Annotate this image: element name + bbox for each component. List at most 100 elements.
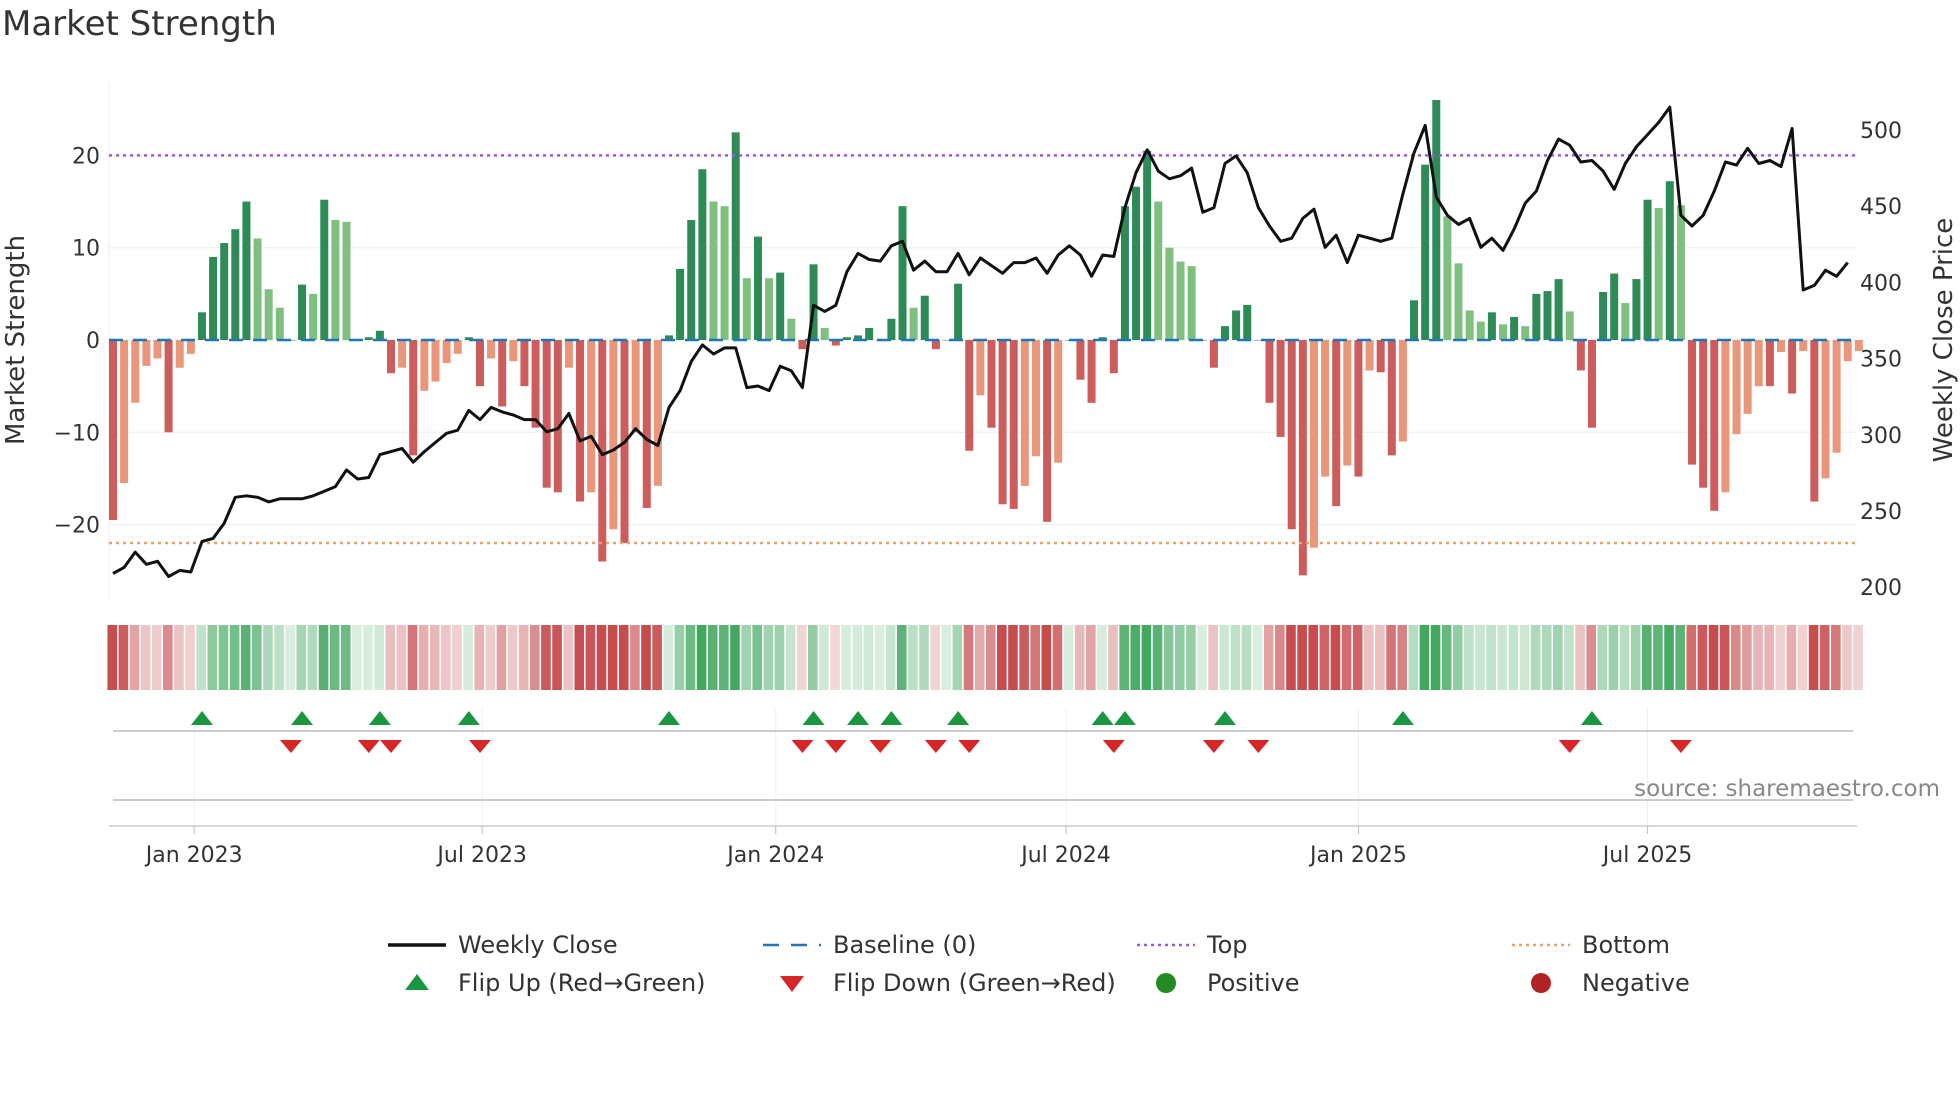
strength-bar [275,307,284,340]
heat-strip-cell [874,625,885,690]
heat-strip-cell [1730,625,1741,690]
strength-bar [1476,321,1485,340]
flip-up-marker [368,711,391,725]
strength-bar [175,340,184,368]
heat-strip-cell [1575,625,1585,690]
heat-strip-cell [285,625,295,690]
strength-bar [1454,263,1463,340]
strength-bar [231,229,240,340]
strength-bar [1487,312,1496,340]
flip-down-marker [279,740,302,753]
flip-up-marker [1091,711,1114,725]
heat-strip-cell [229,625,240,690]
strength-bar [931,340,940,350]
flip-down-marker [1558,740,1581,753]
heat-strip-cell [407,625,418,690]
strength-bar [1209,340,1218,368]
heat-strip-cell [1452,625,1463,690]
heat-strip-cell [352,625,362,690]
strength-bar [475,340,484,387]
strength-bar [1854,340,1863,352]
heat-strip-cell [1197,625,1207,690]
strength-bar [1587,340,1596,428]
strength-bar [1165,247,1174,340]
strength-bar [531,340,540,428]
x-tick-label: Jan 2025 [1308,843,1407,868]
heat-strip-cell [1252,625,1263,690]
strength-bar [1665,181,1674,340]
circle-icon [1156,973,1176,993]
heat-strip-cell [607,625,618,690]
heat-strip-cell [963,625,974,690]
strength-bar [1332,340,1341,507]
strength-bar [1321,340,1330,477]
legend-item: Bottom [1512,931,1670,959]
strength-bar [164,340,173,433]
heat-strip-cell [296,625,307,690]
heat-strip-cell [1041,625,1052,690]
heat-strip-cell [463,625,473,690]
heat-strip-cell [1286,625,1296,690]
heat-strip-cell [1708,625,1719,690]
heat-strip-cell [474,625,485,690]
strength-bar [887,318,896,340]
heat-strip-cell [1853,625,1863,690]
strength-bar [1810,340,1819,502]
heat-strip-cell [741,625,751,690]
strength-bar [1043,340,1052,522]
strength-bar [987,340,996,428]
strength-bar [698,169,707,340]
heat-strip-cell [1653,625,1663,690]
strength-bar [342,221,351,340]
strength-bar [1599,292,1608,340]
heat-strip-cell [1074,625,1085,690]
strength-bar [431,340,440,382]
strength-bar [1843,340,1852,362]
heat-strip-cell [1530,625,1541,690]
heat-strip-cell [674,625,685,690]
strength-bar [131,340,140,403]
heat-strip-cell [885,625,896,690]
strength-bar [253,238,262,340]
heat-strip-cell [1119,625,1129,690]
heat-strip-cell [1108,625,1118,690]
heat-strip-cell [841,625,851,690]
heat-strip-cell [1475,625,1485,690]
heat-strip-cell [1808,625,1819,690]
heat-strip-cell [707,625,718,690]
flip-up-marker [847,711,870,725]
heat-strip-cell [1297,625,1307,690]
heat-strip-cell [1263,625,1274,690]
strength-bar [865,328,874,340]
strength-bar [1020,340,1029,486]
strength-bar [520,340,529,387]
heat-strip-cell [1319,625,1330,690]
legend-item: Top [1137,931,1248,959]
strength-bar [731,132,740,340]
heat-strip-cell [563,625,573,690]
strength-bar [1376,340,1385,373]
heat-strip-cell [1097,625,1107,690]
strength-bar [153,340,162,359]
heat-strip-cell [819,625,829,690]
heat-strip-cell [1441,625,1452,690]
heat-strip-cell [1564,625,1574,690]
strength-bar [1265,340,1274,403]
strength-bar [1132,186,1141,340]
strength-bar [576,340,585,502]
heat-strip-cell [1619,625,1630,690]
heat-strip-cell [1419,625,1430,690]
y-tick-label: 20 [72,144,100,169]
heat-strip-cell [1186,625,1196,690]
flip-down-marker [791,740,814,753]
strength-bar [108,340,118,520]
strength-bar [1276,340,1285,437]
heat-strip-cell [207,625,218,690]
heat-strip-cell [1630,625,1641,690]
heat-strip-cell [863,625,874,690]
y-tick-label: 0 [86,329,100,354]
strength-bar [1788,340,1797,394]
strength-bar [1176,261,1185,340]
heat-strip-cell [752,625,763,690]
strength-bar [1309,340,1318,548]
